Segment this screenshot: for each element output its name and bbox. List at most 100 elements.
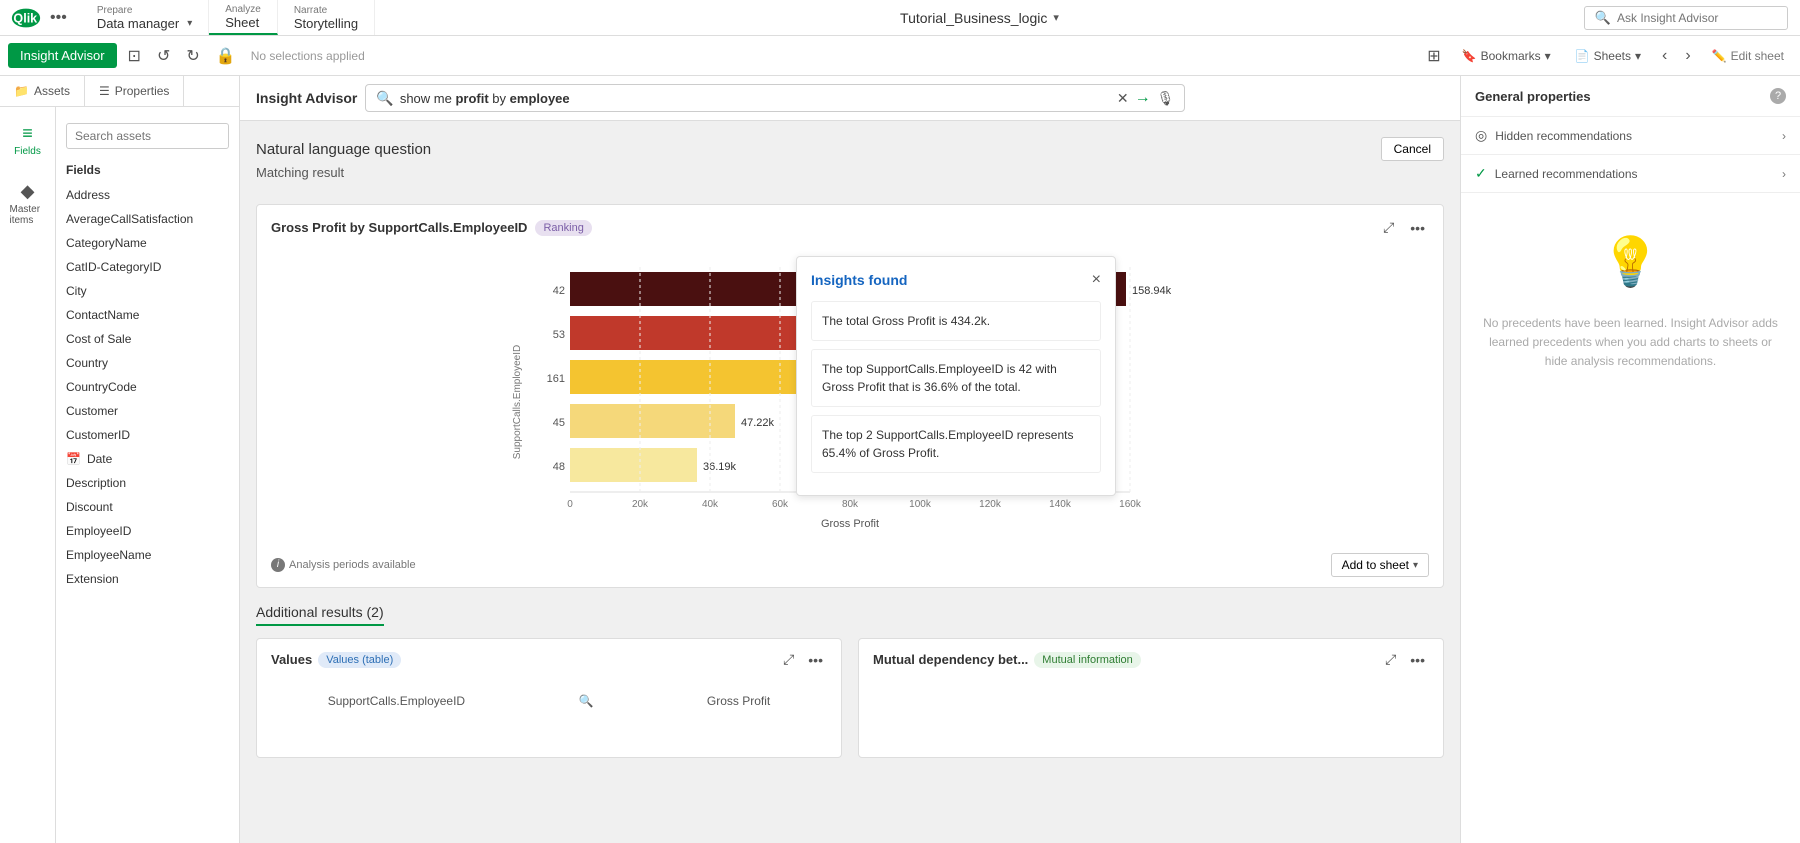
values-chart-more[interactable]: •••: [804, 649, 827, 670]
edit-sheet-button[interactable]: ✏️ Edit sheet: [1704, 45, 1792, 67]
bookmark-icon: 🔖: [1462, 49, 1477, 63]
edit-icon: ✏️: [1712, 49, 1727, 63]
logo-area: Qlik •••: [0, 7, 81, 29]
sidebar-item-fields[interactable]: ≡ Fields: [2, 115, 54, 165]
right-panel-header: General properties ?: [1461, 76, 1800, 117]
learned-recommendations-header[interactable]: ✓ Learned recommendations ›: [1461, 155, 1800, 192]
field-label-customer: Customer: [66, 404, 118, 418]
mutual-chart-card: Mutual dependency bet... Mutual informat…: [858, 638, 1444, 758]
search-assets-input[interactable]: [66, 123, 229, 149]
expand-chart-button[interactable]: ⤢: [1379, 217, 1398, 238]
field-item-customer[interactable]: Customer: [56, 399, 239, 423]
field-item-address[interactable]: Address: [56, 183, 239, 207]
assets-tab[interactable]: 📁 Assets: [0, 76, 85, 106]
svg-text:48: 48: [553, 461, 565, 473]
insight-item-1: The top SupportCalls.EmployeeID is 42 wi…: [811, 349, 1101, 407]
hidden-recommendations-header[interactable]: ◎ Hidden recommendations ›: [1461, 117, 1800, 154]
field-label-discount: Discount: [66, 500, 113, 514]
sidebar-item-master-items[interactable]: ◆ Master items: [2, 173, 54, 234]
lock-icon[interactable]: 🔒: [211, 42, 241, 70]
field-item-date[interactable]: 📅 Date: [56, 447, 239, 471]
master-items-label: Master items: [10, 204, 46, 226]
svg-text:100k: 100k: [909, 499, 932, 510]
search-input-display[interactable]: show me profit by employee: [400, 91, 1111, 106]
app-title[interactable]: Tutorial_Business_logic: [900, 10, 1047, 26]
nav-center: Tutorial_Business_logic ▾: [375, 10, 1584, 26]
field-item-description[interactable]: Description: [56, 471, 239, 495]
field-item-cost-of-sale[interactable]: Cost of Sale: [56, 327, 239, 351]
field-item-employee-name[interactable]: EmployeeName: [56, 543, 239, 567]
bookmarks-label: Bookmarks: [1481, 49, 1541, 63]
narrate-main-label: Storytelling: [294, 16, 358, 31]
analysis-periods-icon: i: [271, 558, 285, 572]
svg-text:161: 161: [547, 373, 565, 385]
field-item-average-call-satisfaction[interactable]: AverageCallSatisfaction: [56, 207, 239, 231]
grid-view-icon[interactable]: ⊞: [1422, 42, 1445, 70]
values-chart-actions: ⤢ •••: [779, 649, 827, 670]
field-label-extension: Extension: [66, 572, 119, 586]
question-section: Natural language question Cancel Matchin…: [256, 137, 1444, 188]
next-sheet-icon[interactable]: ›: [1680, 43, 1695, 69]
mutual-chart-more[interactable]: •••: [1406, 649, 1429, 670]
lightbulb-icon: 💡: [1601, 225, 1661, 302]
svg-text:53: 53: [553, 329, 565, 341]
svg-text:158.94k: 158.94k: [1132, 285, 1172, 297]
prev-sheet-icon[interactable]: ‹: [1657, 43, 1672, 69]
help-icon[interactable]: ?: [1770, 88, 1786, 104]
clear-search-button[interactable]: ✕: [1117, 90, 1129, 107]
field-item-discount[interactable]: Discount: [56, 495, 239, 519]
learned-recommendations-label: ✓ Learned recommendations: [1475, 165, 1638, 182]
analyze-nav-section[interactable]: Analyze Sheet: [209, 0, 278, 35]
field-item-contact-name[interactable]: ContactName: [56, 303, 239, 327]
selection-icon[interactable]: ⊡: [123, 42, 146, 70]
values-title-text: Values: [271, 652, 312, 667]
hidden-recommendations-section: ◎ Hidden recommendations ›: [1461, 117, 1800, 155]
add-to-sheet-dropdown-icon: ▾: [1413, 560, 1418, 571]
field-item-countrycode[interactable]: CountryCode: [56, 375, 239, 399]
qlik-logo: Qlik: [10, 7, 42, 29]
hidden-rec-icon: ◎: [1475, 127, 1487, 144]
chart-header-right: ⤢ •••: [1379, 217, 1429, 238]
svg-text:47.22k: 47.22k: [741, 417, 775, 429]
insight-advisor-button[interactable]: Insight Advisor: [8, 43, 117, 68]
app-title-chevron[interactable]: ▾: [1053, 11, 1059, 24]
edit-sheet-label: Edit sheet: [1731, 49, 1784, 63]
bookmarks-button[interactable]: 🔖 Bookmarks ▾: [1454, 45, 1559, 67]
prepare-dropdown-icon: ▾: [187, 18, 192, 29]
more-options-icon[interactable]: •••: [46, 9, 71, 27]
add-to-sheet-button[interactable]: Add to sheet ▾: [1331, 553, 1429, 577]
sheets-button[interactable]: 📄 Sheets ▾: [1567, 45, 1649, 67]
fields-label: Fields: [14, 146, 41, 157]
field-item-employeeid[interactable]: EmployeeID: [56, 519, 239, 543]
field-label-catid-categoryid: CatID-CategoryID: [66, 260, 161, 274]
field-item-extension[interactable]: Extension: [56, 567, 239, 591]
field-item-city[interactable]: City: [56, 279, 239, 303]
svg-text:20k: 20k: [632, 499, 649, 510]
sheets-label: Sheets: [1594, 49, 1631, 63]
properties-tab[interactable]: ☰ Properties: [85, 76, 184, 106]
back-icon[interactable]: ↺: [152, 42, 175, 70]
expand-values-chart[interactable]: ⤢: [779, 649, 798, 670]
top-navigation: Qlik ••• Prepare Data manager ▾ Analyze …: [0, 0, 1800, 36]
search-box: 🔍 show me profit by employee ✕ → 🎙: [365, 84, 1185, 112]
learned-rec-chevron: ›: [1782, 167, 1786, 181]
cancel-button[interactable]: Cancel: [1381, 137, 1444, 161]
learned-rec-text: Learned recommendations: [1495, 167, 1638, 181]
field-item-catid-categoryid[interactable]: CatID-CategoryID: [56, 255, 239, 279]
forward-icon[interactable]: ↻: [181, 42, 204, 70]
ask-insight-advisor-box[interactable]: 🔍: [1584, 6, 1788, 30]
insights-panel-close-button[interactable]: ×: [1092, 271, 1101, 289]
field-item-category-name[interactable]: CategoryName: [56, 231, 239, 255]
svg-text:120k: 120k: [979, 499, 1002, 510]
chart-card-header: Gross Profit by SupportCalls.EmployeeID …: [257, 205, 1443, 244]
prepare-nav-section[interactable]: Prepare Data manager ▾: [81, 0, 209, 35]
ask-insight-input[interactable]: [1617, 11, 1777, 25]
field-item-customerid[interactable]: CustomerID: [56, 423, 239, 447]
field-item-country[interactable]: Country: [56, 351, 239, 375]
submit-search-button[interactable]: →: [1135, 89, 1151, 107]
microphone-icon[interactable]: 🎙: [1157, 90, 1175, 107]
narrate-top-label: Narrate: [294, 5, 358, 16]
expand-mutual-chart[interactable]: ⤢: [1381, 649, 1400, 670]
narrate-nav-section[interactable]: Narrate Storytelling: [278, 0, 375, 35]
chart-more-button[interactable]: •••: [1406, 218, 1429, 238]
